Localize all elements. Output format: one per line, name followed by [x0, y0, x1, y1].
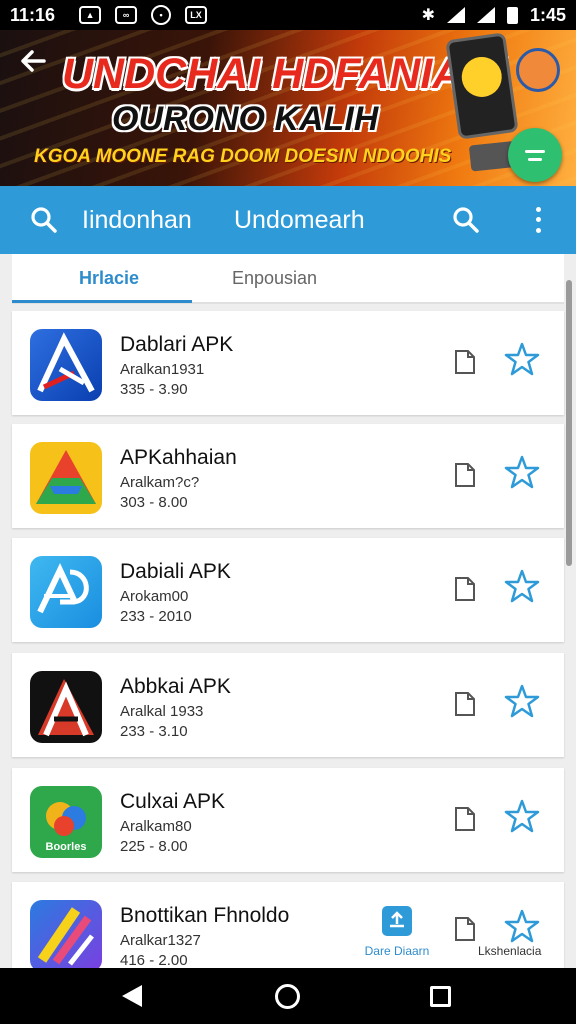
nav-home-icon[interactable]: [275, 984, 300, 1009]
star-icon[interactable]: [504, 454, 540, 490]
overflow-menu-icon[interactable]: [528, 204, 548, 236]
app-name: Culxai APK: [120, 790, 226, 813]
document-icon[interactable]: [454, 691, 476, 717]
messenger-icon: ∞: [115, 6, 138, 24]
app-subtitle: Aralkar1327: [120, 932, 201, 949]
system-icons: ✱ 1:45: [422, 5, 566, 26]
star-icon[interactable]: [504, 908, 540, 944]
banner-tagline: KGOA MOONE RAG DOOM DOESIN NDOOHIS: [34, 146, 452, 167]
search-action-icon[interactable]: [452, 206, 480, 234]
app-meta: 233 - 2010: [120, 608, 192, 625]
tab-indicator: [12, 300, 192, 303]
status-bar: 11:16 ▲ ∞ • LX ✱ 1:45: [0, 0, 576, 30]
app-name: APKahhaian: [120, 446, 237, 469]
star-icon[interactable]: [504, 341, 540, 377]
nav-back-icon[interactable]: [122, 985, 142, 1007]
bluetooth-icon: ✱: [421, 7, 435, 24]
battery-icon: [506, 6, 518, 24]
app-toolbar: Iindonhan Undomearh: [0, 186, 576, 254]
app-logo-icon: [30, 556, 102, 628]
document-icon[interactable]: [454, 576, 476, 602]
app-name: Bnottikan Fhnoldo: [120, 904, 290, 927]
app-logo-icon: [30, 900, 102, 972]
app-logo-icon: [30, 671, 102, 743]
app-subtitle: Aralkam80: [120, 818, 192, 835]
app-logo-icon: [30, 442, 102, 514]
app-logo-icon: [30, 329, 102, 401]
tab-hrlacie[interactable]: Hrlacie: [79, 268, 139, 289]
notification-icons: ▲ ∞ • LX: [79, 5, 208, 25]
document-icon[interactable]: [454, 349, 476, 375]
star-icon[interactable]: [504, 683, 540, 719]
app-screen: 11:16 ▲ ∞ • LX ✱ 1:45 UNDCHAI HDFANIAIN …: [0, 0, 576, 1024]
menu-fab-button[interactable]: [508, 128, 562, 182]
app-name: Dabiali APK: [120, 560, 231, 583]
app-list-item[interactable]: Bnottikan Fhnoldo Aralkar1327 416 - 2.00…: [12, 882, 564, 972]
extra-action-label[interactable]: Lkshenlacia: [478, 944, 541, 958]
document-icon[interactable]: [454, 462, 476, 488]
app-subtitle: Aralkam?c?: [120, 474, 200, 491]
document-icon[interactable]: [454, 916, 476, 942]
star-icon[interactable]: [504, 798, 540, 834]
star-icon[interactable]: [504, 568, 540, 604]
smiley-icon: [459, 54, 505, 100]
status-time: 11:16: [10, 4, 56, 25]
app-list-item[interactable]: Boorles Culxai APK Aralkam80 225 - 8.00: [12, 768, 564, 872]
app-list-item[interactable]: Dabiali APK Arokam00 233 - 2010: [12, 538, 564, 642]
app-name: Dablari APK: [120, 333, 234, 356]
app-meta: 303 - 8.00: [120, 494, 188, 511]
chat-icon: •: [151, 5, 172, 25]
app-meta: 233 - 3.10: [120, 723, 188, 740]
signal-icon: [476, 7, 495, 23]
app-meta: 225 - 8.00: [120, 838, 188, 855]
promo-banner[interactable]: UNDCHAI HDFANIAIN OURONO KALIH KGOA MOON…: [0, 30, 576, 186]
scrollbar[interactable]: [566, 280, 572, 566]
status-clock: 1:45: [529, 4, 566, 25]
app-logo-text: Boorles: [46, 841, 87, 853]
app-subtitle: Aralkal 1933: [120, 703, 204, 720]
download-button-label[interactable]: Dare Diaarn: [362, 944, 432, 958]
app-list-item[interactable]: Dablari APK Aralkan1931 335 - 3.90: [12, 311, 564, 415]
document-icon[interactable]: [454, 806, 476, 832]
lx-icon: LX: [185, 6, 208, 24]
app-list-item[interactable]: Abbkai APK Aralkal 1933 233 - 3.10: [12, 653, 564, 757]
banner-title: UNDCHAI HDFANIAIN: [62, 50, 507, 98]
app-meta: 416 - 2.00: [120, 952, 188, 969]
tab-enpousian[interactable]: Enpousian: [232, 268, 317, 289]
search-icon[interactable]: [30, 206, 58, 234]
app-meta: 335 - 3.90: [120, 381, 188, 398]
photo-icon: ▲: [79, 6, 102, 24]
app-name: Abbkai APK: [120, 675, 231, 698]
app-subtitle: Aralkan1931: [120, 361, 205, 378]
banner-subtitle: OURONO KALIH: [112, 100, 379, 138]
tab-bar: Hrlacie Enpousian: [12, 254, 564, 304]
system-nav-bar: [0, 968, 576, 1024]
app-logo-icon: Boorles: [30, 786, 102, 858]
back-arrow-icon[interactable]: [18, 46, 54, 82]
app-list-item[interactable]: APKahhaian Aralkam?c? 303 - 8.00: [12, 424, 564, 528]
nav-recents-icon[interactable]: [430, 986, 451, 1007]
robot-illustration: [516, 48, 560, 92]
app-subtitle: Arokam00: [120, 588, 189, 605]
toolbar-subtitle: Undomearh: [234, 206, 365, 234]
toolbar-title: Iindonhan: [82, 206, 192, 234]
wifi-icon: [446, 7, 465, 23]
